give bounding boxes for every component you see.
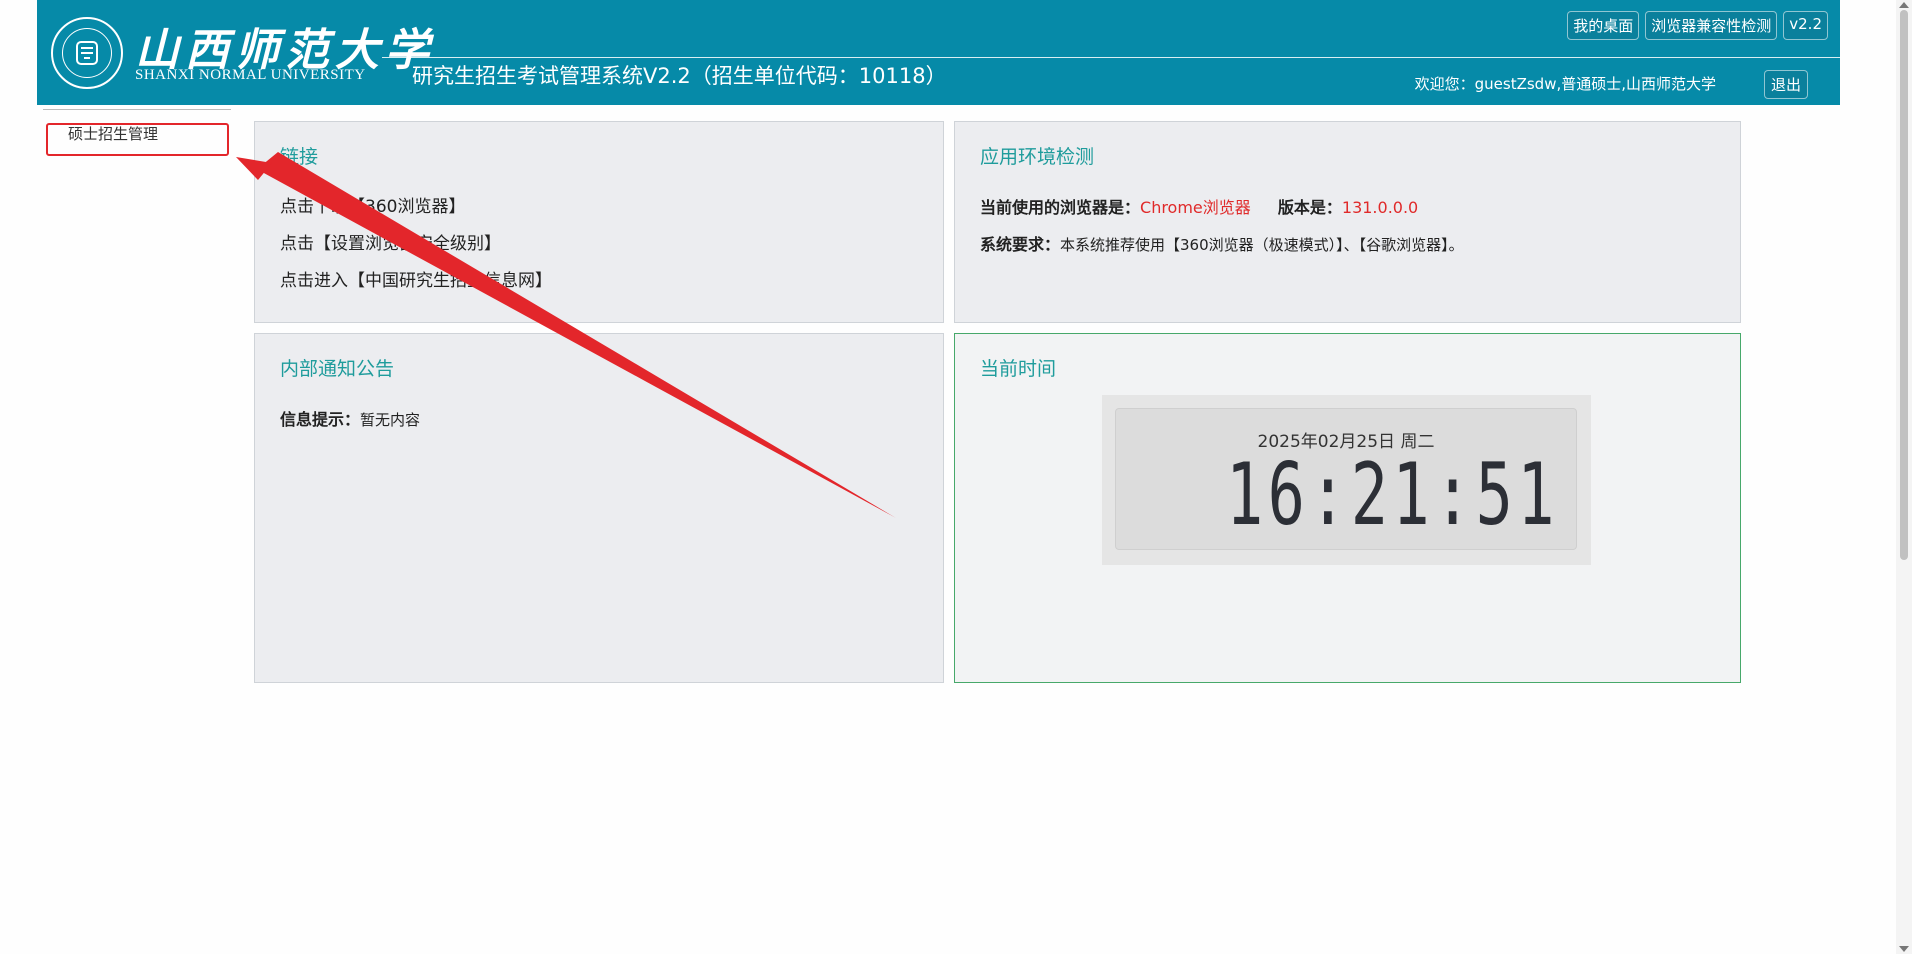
links-panel-title: 链接 — [280, 146, 319, 168]
clock-frame: 2025年02月25日 周二 16:21:51 — [1102, 395, 1591, 565]
clock-display: 2025年02月25日 周二 16:21:51 — [1115, 408, 1577, 550]
browser-compat-check-button[interactable]: 浏览器兼容性检测 — [1645, 11, 1778, 40]
scroll-thumb[interactable] — [1900, 10, 1908, 560]
vertical-scrollbar[interactable] — [1896, 0, 1912, 954]
logout-button[interactable]: 退出 — [1763, 70, 1808, 99]
version-value: 131.0.0.0 — [1341, 198, 1419, 217]
download-360-link[interactable]: 点击下载【360浏览器】 — [280, 192, 465, 217]
clock-time: 16:21:51 — [1226, 445, 1559, 545]
env-panel-title: 应用环境检测 — [980, 146, 1095, 168]
notice-info-label: 信息提示： — [280, 410, 361, 429]
requirement-row: 系统要求：本系统推荐使用【360浏览器（极速模式）】、【谷歌浏览器】。 — [980, 231, 1464, 255]
annotation-highlight-box — [46, 123, 229, 156]
scroll-up-icon[interactable] — [1899, 2, 1909, 8]
notice-info-row: 信息提示：暂无内容 — [280, 406, 420, 430]
browser-security-link[interactable]: 点击【设置浏览器安全级别】 — [280, 229, 501, 254]
scroll-down-icon[interactable] — [1899, 946, 1909, 952]
welcome-text: 欢迎您：guestZsdw,普通硕士,山西师范大学 — [1414, 75, 1716, 93]
university-seal-icon — [51, 17, 123, 89]
env-check-panel: 应用环境检测 当前使用的浏览器是：Chrome浏览器 版本是：131.0.0.0… — [954, 121, 1741, 323]
notice-panel: 内部通知公告 信息提示：暂无内容 — [254, 333, 944, 683]
system-title: 研究生招生考试管理系统V2.2（招生单位代码：10118） — [412, 64, 947, 88]
my-desktop-button[interactable]: 我的桌面 — [1567, 11, 1640, 40]
browser-info-row: 当前使用的浏览器是：Chrome浏览器 版本是：131.0.0.0 — [980, 194, 1418, 218]
version-button[interactable]: v2.2 — [1783, 11, 1828, 40]
chsi-website-link[interactable]: 点击进入【中国研究生招生信息网】 — [280, 266, 552, 291]
notice-info-value: 暂无内容 — [360, 411, 421, 429]
logo-english-name: SHANXI NORMAL UNIVERSITY — [135, 67, 366, 83]
notice-panel-title: 内部通知公告 — [280, 358, 395, 380]
top-header: 山西师范大学 SHANXI NORMAL UNIVERSITY 研究生招生考试管… — [37, 0, 1840, 105]
time-panel-title: 当前时间 — [980, 358, 1057, 380]
sidebar-divider — [43, 109, 231, 110]
requirement-value: 本系统推荐使用【360浏览器（极速模式）】、【谷歌浏览器】。 — [1060, 236, 1464, 254]
browser-value: Chrome浏览器 — [1140, 198, 1251, 217]
browser-label: 当前使用的浏览器是： — [980, 198, 1141, 217]
version-label: 版本是： — [1277, 198, 1342, 217]
requirement-label: 系统要求： — [980, 235, 1061, 254]
top-button-group: 我的桌面 浏览器兼容性检测 v2.2 — [1567, 11, 1828, 40]
header-divider — [382, 57, 1840, 58]
current-time-panel: 当前时间 2025年02月25日 周二 16:21:51 — [954, 333, 1741, 683]
links-panel: 链接 点击下载【360浏览器】 点击【设置浏览器安全级别】 点击进入【中国研究生… — [254, 121, 944, 323]
